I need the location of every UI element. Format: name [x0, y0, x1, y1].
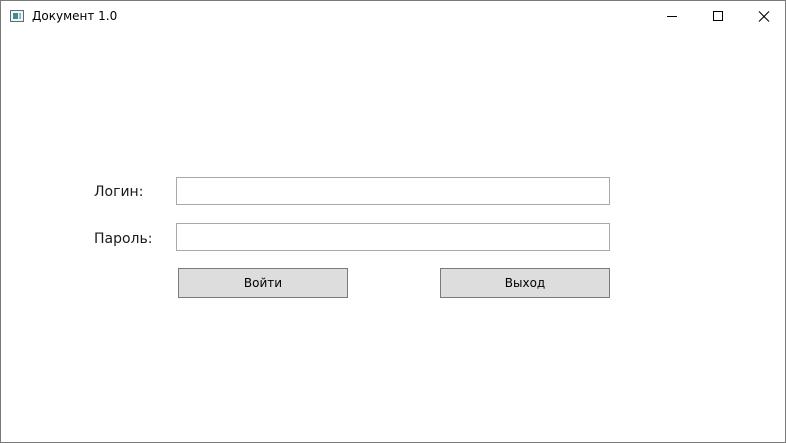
password-label: Пароль:	[94, 231, 153, 247]
login-input[interactable]	[176, 177, 610, 205]
login-label: Логин:	[94, 184, 144, 200]
app-icon-pane-secondary	[19, 13, 21, 19]
minimize-icon	[667, 16, 677, 17]
window-title: Документ 1.0	[32, 9, 118, 23]
app-icon-pane	[13, 13, 18, 19]
exit-button[interactable]: Выход	[440, 268, 610, 298]
minimize-button[interactable]	[649, 1, 695, 32]
title-bar[interactable]: Документ 1.0	[1, 1, 785, 32]
maximize-icon	[713, 11, 723, 21]
close-button[interactable]	[741, 1, 786, 32]
window-app-icon	[10, 10, 24, 22]
password-input[interactable]	[176, 223, 610, 251]
maximize-button[interactable]	[695, 1, 741, 32]
login-button[interactable]: Войти	[178, 268, 348, 298]
app-window: Документ 1.0 Логин: Пароль: Войти Выход	[0, 0, 786, 443]
close-icon	[758, 11, 770, 22]
